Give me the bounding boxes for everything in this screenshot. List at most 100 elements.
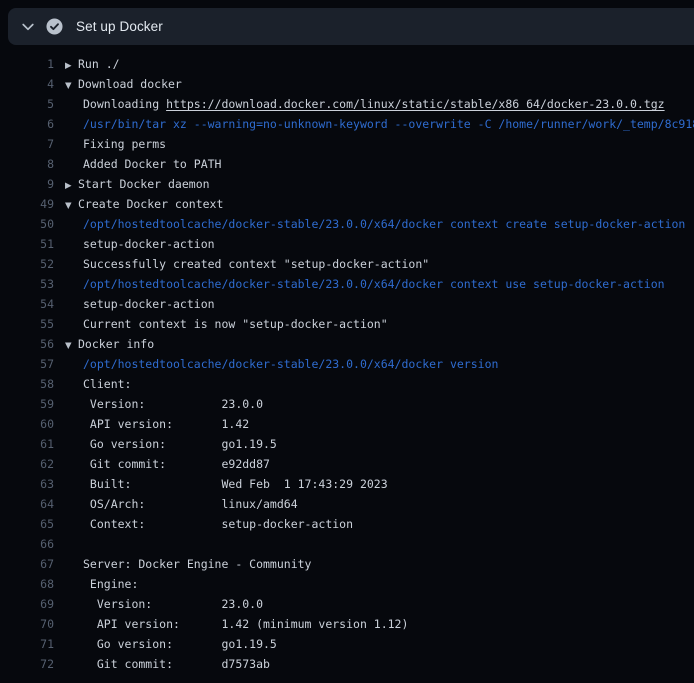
line-number[interactable]: 54	[0, 294, 54, 314]
group-toggle[interactable]: ▶Run ./	[54, 54, 120, 74]
group-expanded-arrow-icon[interactable]: ▼	[65, 76, 78, 95]
log-line: 6/usr/bin/tar xz --warning=no-unknown-ke…	[0, 114, 694, 134]
group-expanded-arrow-icon[interactable]: ▼	[65, 336, 78, 355]
log-text: Go version: go1.19.5	[54, 634, 277, 654]
line-number[interactable]: 9	[0, 174, 54, 194]
log-command: /opt/hostedtoolcache/docker-stable/23.0.…	[54, 214, 685, 234]
log-line: 59 Version: 23.0.0	[0, 394, 694, 414]
log-line: 64 OS/Arch: linux/amd64	[0, 494, 694, 514]
log-line: 58Client:	[0, 374, 694, 394]
group-title: Start Docker daemon	[78, 177, 210, 191]
log-line: 5Downloading https://download.docker.com…	[0, 94, 694, 114]
log-text: Server: Docker Engine - Community	[54, 554, 311, 574]
log-line: 62 Git commit: e92dd87	[0, 454, 694, 474]
log-text: Context: setup-docker-action	[54, 514, 353, 534]
log-text: Engine:	[54, 574, 138, 594]
log-text: OS/Arch: linux/amd64	[54, 494, 298, 514]
line-number[interactable]: 63	[0, 474, 54, 494]
log-line: 51setup-docker-action	[0, 234, 694, 254]
log-text: Version: 23.0.0	[54, 394, 263, 414]
log-command: /usr/bin/tar xz --warning=no-unknown-key…	[54, 114, 694, 134]
log-line: 60 API version: 1.42	[0, 414, 694, 434]
log-text: setup-docker-action	[54, 234, 215, 254]
log-text: Downloading https://download.docker.com/…	[54, 94, 665, 114]
line-number[interactable]: 64	[0, 494, 54, 514]
line-number[interactable]: 59	[0, 394, 54, 414]
log-line: 61 Go version: go1.19.5	[0, 434, 694, 454]
log-line: 52Successfully created context "setup-do…	[0, 254, 694, 274]
log-line: 67Server: Docker Engine - Community	[0, 554, 694, 574]
line-number[interactable]: 52	[0, 254, 54, 274]
log-text: Git commit: e92dd87	[54, 454, 270, 474]
log-link[interactable]: https://download.docker.com/linux/static…	[166, 97, 665, 111]
log-text: Fixing perms	[54, 134, 166, 154]
log-line: 71 Go version: go1.19.5	[0, 634, 694, 654]
log-text: API version: 1.42 (minimum version 1.12)	[54, 614, 408, 634]
line-number[interactable]: 7	[0, 134, 54, 154]
group-toggle[interactable]: ▼Docker info	[54, 334, 154, 354]
log-text: Successfully created context "setup-dock…	[54, 254, 429, 274]
log-line: 56▼Docker info	[0, 334, 694, 354]
line-number[interactable]: 68	[0, 574, 54, 594]
log-line: 57/opt/hostedtoolcache/docker-stable/23.…	[0, 354, 694, 374]
group-collapsed-arrow-icon[interactable]: ▶	[65, 56, 78, 75]
log-line: 54setup-docker-action	[0, 294, 694, 314]
group-toggle[interactable]: ▶Start Docker daemon	[54, 174, 210, 194]
log-line: 1▶Run ./	[0, 54, 694, 74]
line-number[interactable]: 60	[0, 414, 54, 434]
log-line: 68 Engine:	[0, 574, 694, 594]
line-number[interactable]: 62	[0, 454, 54, 474]
line-number[interactable]: 65	[0, 514, 54, 534]
line-number[interactable]: 61	[0, 434, 54, 454]
line-number[interactable]: 56	[0, 334, 54, 354]
group-expanded-arrow-icon[interactable]: ▼	[65, 196, 78, 215]
group-toggle[interactable]: ▼Create Docker context	[54, 194, 223, 214]
log-line: 7Fixing perms	[0, 134, 694, 154]
line-number[interactable]: 70	[0, 614, 54, 634]
line-number[interactable]: 50	[0, 214, 54, 234]
line-number[interactable]: 57	[0, 354, 54, 374]
line-number[interactable]: 53	[0, 274, 54, 294]
log-text: API version: 1.42	[54, 414, 249, 434]
log-viewer: 1▶Run ./4▼Download docker5Downloading ht…	[0, 54, 694, 674]
line-number[interactable]: 71	[0, 634, 54, 654]
log-text: Added Docker to PATH	[54, 154, 221, 174]
line-number[interactable]: 6	[0, 114, 54, 134]
step-title: Set up Docker	[76, 19, 163, 34]
group-collapsed-arrow-icon[interactable]: ▶	[65, 176, 78, 195]
line-number[interactable]: 4	[0, 74, 54, 94]
line-number[interactable]: 72	[0, 654, 54, 674]
log-line: 50/opt/hostedtoolcache/docker-stable/23.…	[0, 214, 694, 234]
group-toggle[interactable]: ▼Download docker	[54, 74, 182, 94]
chevron-down-icon[interactable]	[20, 19, 36, 35]
line-number[interactable]: 51	[0, 234, 54, 254]
line-number[interactable]: 5	[0, 94, 54, 114]
step-header[interactable]: Set up Docker	[8, 8, 694, 45]
log-line: 70 API version: 1.42 (minimum version 1.…	[0, 614, 694, 634]
log-text: Git commit: d7573ab	[54, 654, 270, 674]
log-line: 55Current context is now "setup-docker-a…	[0, 314, 694, 334]
log-line: 9▶Start Docker daemon	[0, 174, 694, 194]
log-line: 53/opt/hostedtoolcache/docker-stable/23.…	[0, 274, 694, 294]
line-number[interactable]: 1	[0, 54, 54, 74]
log-text: setup-docker-action	[54, 294, 215, 314]
log-line: 72 Git commit: d7573ab	[0, 654, 694, 674]
line-number[interactable]: 67	[0, 554, 54, 574]
log-text: Version: 23.0.0	[54, 594, 263, 614]
group-title: Create Docker context	[78, 197, 223, 211]
log-text: Current context is now "setup-docker-act…	[54, 314, 388, 334]
log-text: Client:	[54, 374, 131, 394]
log-text: Built: Wed Feb 1 17:43:29 2023	[54, 474, 388, 494]
log-command: /opt/hostedtoolcache/docker-stable/23.0.…	[54, 274, 665, 294]
line-number[interactable]: 66	[0, 534, 54, 554]
line-number[interactable]: 69	[0, 594, 54, 614]
line-number[interactable]: 8	[0, 154, 54, 174]
line-number[interactable]: 55	[0, 314, 54, 334]
log-text	[54, 534, 83, 554]
log-line: 49▼Create Docker context	[0, 194, 694, 214]
line-number[interactable]: 49	[0, 194, 54, 214]
line-number[interactable]: 58	[0, 374, 54, 394]
log-line: 69 Version: 23.0.0	[0, 594, 694, 614]
group-title: Docker info	[78, 337, 154, 351]
log-line: 63 Built: Wed Feb 1 17:43:29 2023	[0, 474, 694, 494]
